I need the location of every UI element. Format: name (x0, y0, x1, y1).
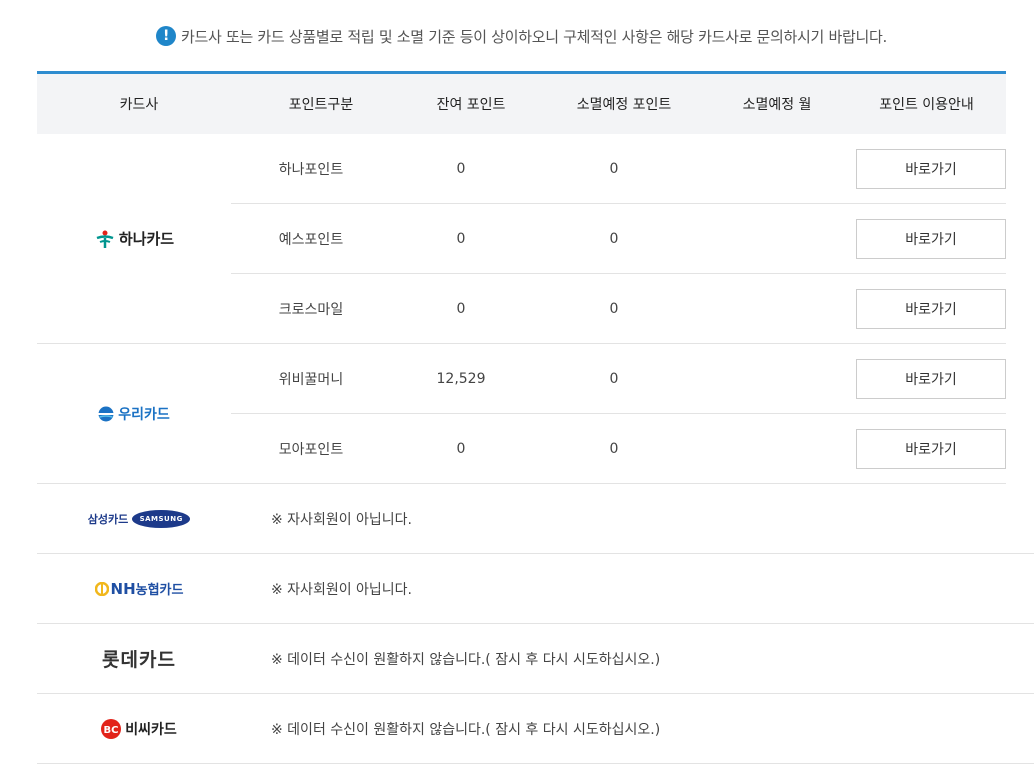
go-button[interactable]: 바로가기 (856, 428, 1006, 469)
expiring-points: 0 (609, 160, 619, 177)
status-message: ※ 데이터 수신이 원활하지 않습니다.( 잠시 후 다시 시도하십시오.) (271, 651, 661, 668)
nh-logo-sub: 농협카드 (135, 583, 184, 598)
remaining-points: 0 (456, 230, 466, 247)
hana-logo-icon (96, 230, 114, 248)
woori-logo-icon (98, 406, 115, 421)
header-point-type: 포인트구분 (288, 97, 354, 113)
nh-card-logo: NH농협카드 (37, 579, 241, 598)
bc-card-logo: BC 비씨카드 (37, 718, 241, 739)
bc-logo-text: 비씨카드 (125, 721, 177, 738)
nh-logo-main: NH (110, 580, 136, 598)
bc-logo-icon: BC (101, 718, 122, 739)
point-type: 위비꿀머니 (278, 371, 344, 388)
table-row: 하나포인트 0 0 바로가기 (231, 134, 1006, 203)
notice-text: 카드사 또는 카드 상품별로 적립 및 소멸 기준 등이 상이하오니 구체적인 … (181, 27, 887, 46)
nh-card-row: NH농협카드 ※ 자사회원이 아닙니다. (37, 554, 1034, 624)
expiring-points: 0 (609, 230, 619, 247)
bc-card-row: BC 비씨카드 ※ 데이터 수신이 원활하지 않습니다.( 잠시 후 다시 시도… (37, 694, 1034, 764)
expiring-points: 0 (609, 440, 619, 457)
samsung-logo-text: 삼성카드 (87, 512, 129, 526)
go-button[interactable]: 바로가기 (856, 218, 1006, 259)
hana-card-group: 하나카드 하나포인트 0 0 바로가기 예스포인트 0 0 바로가기 크로스마일… (37, 134, 1006, 344)
go-button[interactable]: 바로가기 (856, 358, 1006, 399)
woori-logo-text: 우리카드 (118, 406, 170, 423)
point-type: 예스포인트 (278, 231, 344, 248)
remaining-points: 12,529 (436, 370, 486, 387)
lotte-logo-text: 롯데카드 (102, 649, 176, 671)
point-type: 모아포인트 (278, 441, 344, 458)
hana-card-logo: 하나카드 (37, 134, 231, 343)
header-remaining-points: 잔여 포인트 (436, 97, 506, 113)
samsung-card-row: 삼성카드 SAMSUNG ※ 자사회원이 아닙니다. (37, 484, 1034, 554)
info-icon: ! (156, 26, 176, 46)
bc-logo-badge: BC (104, 725, 119, 736)
nh-logo-text: NH농협카드 (111, 579, 184, 598)
header-point-guide: 포인트 이용안내 (879, 97, 974, 113)
nh-logo-icon (94, 581, 109, 596)
lotte-card-logo: 롯데카드 (37, 645, 241, 672)
point-type: 크로스마일 (278, 301, 344, 318)
woori-card-logo: 우리카드 (37, 344, 231, 483)
go-button[interactable]: 바로가기 (856, 288, 1006, 329)
table-header: 카드사 포인트구분 잔여 포인트 소멸예정 포인트 소멸예정 월 포인트 이용안… (37, 74, 1006, 134)
table-row: 모아포인트 0 0 바로가기 (231, 413, 1006, 483)
notice-message: ! 카드사 또는 카드 상품별로 적립 및 소멸 기준 등이 상이하오니 구체적… (156, 24, 887, 48)
samsung-logo-badge: SAMSUNG (132, 509, 191, 528)
go-button[interactable]: 바로가기 (856, 148, 1006, 189)
woori-card-group: 우리카드 위비꿀머니 12,529 0 바로가기 모아포인트 0 0 바로가기 (37, 344, 1006, 484)
remaining-points: 0 (456, 160, 466, 177)
status-message: ※ 자사회원이 아닙니다. (271, 581, 413, 598)
status-message: ※ 자사회원이 아닙니다. (271, 511, 413, 528)
table-row: 크로스마일 0 0 바로가기 (231, 273, 1006, 343)
samsung-card-logo: 삼성카드 SAMSUNG (37, 509, 241, 528)
expiring-points: 0 (609, 300, 619, 317)
expiring-points: 0 (609, 370, 619, 387)
remaining-points: 0 (456, 300, 466, 317)
status-message: ※ 데이터 수신이 원활하지 않습니다.( 잠시 후 다시 시도하십시오.) (271, 721, 661, 738)
header-expiring-points: 소멸예정 포인트 (576, 97, 672, 113)
remaining-points: 0 (456, 440, 466, 457)
hana-logo-text: 하나카드 (118, 230, 175, 248)
lotte-card-row: 롯데카드 ※ 데이터 수신이 원활하지 않습니다.( 잠시 후 다시 시도하십시… (37, 624, 1034, 694)
points-table: 카드사 포인트구분 잔여 포인트 소멸예정 포인트 소멸예정 월 포인트 이용안… (37, 71, 1034, 764)
header-card-company: 카드사 (119, 97, 159, 113)
point-type: 하나포인트 (278, 161, 344, 178)
header-expiring-month: 소멸예정 월 (742, 97, 812, 113)
table-row: 예스포인트 0 0 바로가기 (231, 203, 1006, 273)
table-row: 위비꿀머니 12,529 0 바로가기 (231, 344, 1006, 413)
